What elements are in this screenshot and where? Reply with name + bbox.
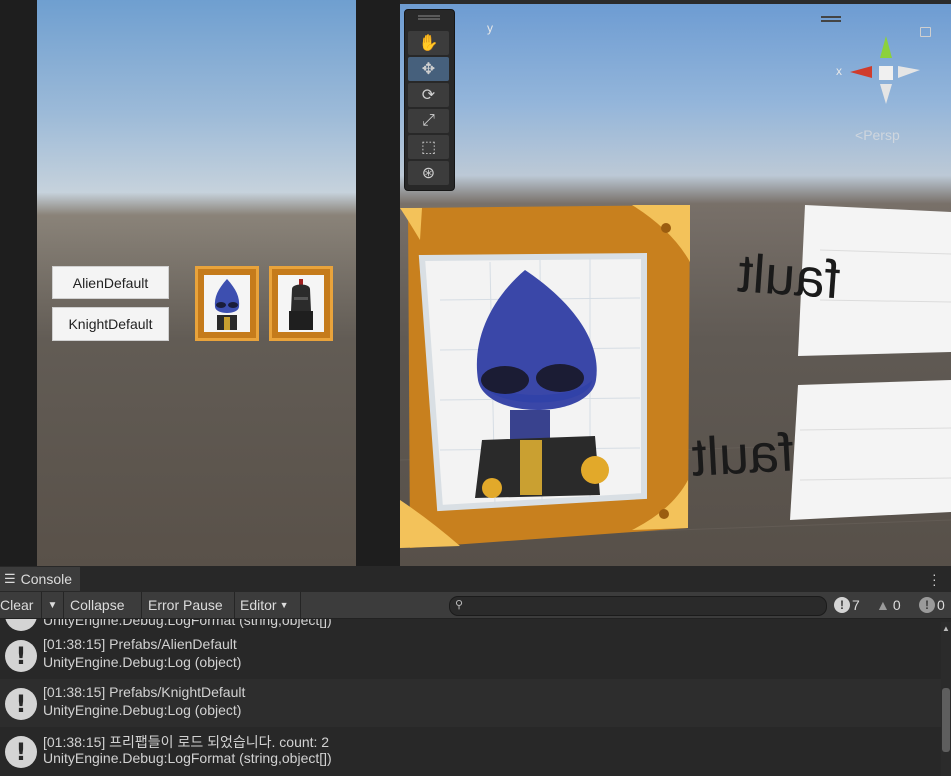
console-icon: ☰ — [4, 571, 16, 586]
warning-count: 0 — [892, 597, 901, 613]
scale-tool-button[interactable]: ⤢ — [408, 109, 449, 133]
alien-portrait-thumb[interactable] — [195, 266, 259, 341]
scene-viewport[interactable] — [400, 0, 951, 566]
collapse-label: Collapse — [70, 597, 125, 613]
move-icon: ✥ — [421, 61, 436, 78]
knight-default-label: KnightDefault — [68, 316, 153, 332]
editor-dropdown[interactable]: Editor ▼ — [235, 592, 301, 618]
log-message: [01:38:15] 프리팹들이 로드 되었습니다. count: 2 — [43, 734, 330, 750]
search-icon: ⚲ — [455, 599, 464, 611]
alien-default-button[interactable]: AlienDefault — [52, 266, 169, 299]
hand-tool-button[interactable]: ✋ — [408, 31, 449, 55]
knight-figure — [289, 279, 313, 330]
persp-label[interactable]: <Persp — [855, 127, 900, 143]
lock-icon[interactable] — [920, 27, 931, 37]
error-count: 0 — [937, 597, 945, 613]
log-stacktrace: UnityEngine.Debug:LogFormat (string,obje… — [43, 750, 332, 766]
log-entry-partial[interactable]: UnityEngine.Debug:LogFormat (string,obje… — [0, 619, 941, 631]
alien-default-label: AlienDefault — [72, 274, 149, 291]
editor-label: Editor — [240, 597, 277, 613]
scroll-up-icon[interactable]: ▲ — [942, 624, 950, 633]
scene-canvas — [400, 36, 951, 548]
palette-drag-handle-icon[interactable] — [418, 15, 440, 17]
persp-text: Persp — [863, 127, 900, 143]
collapse-button[interactable]: Collapse — [64, 592, 142, 618]
gizmo-drag-handle-icon[interactable] — [821, 16, 841, 18]
editor-chevron-down-icon: ▼ — [279, 600, 289, 610]
rotate-icon: ⟳ — [421, 87, 436, 104]
hand-icon: ✋ — [418, 35, 439, 52]
error-pause-button[interactable]: Error Pause — [142, 592, 235, 618]
info-icon: ! — [834, 597, 850, 613]
log-entry[interactable]: ! [01:38:15] 프리팹들이 로드 되었습니다. count: 2 Un… — [0, 727, 941, 775]
knight-portrait-canvas — [278, 275, 324, 332]
mirrored-text-top: fault — [736, 243, 843, 311]
log-info-icon: ! — [5, 736, 37, 768]
clear-button[interactable]: Clear — [0, 592, 42, 618]
scene-header-strip — [400, 0, 951, 4]
portrait-frame-3d — [400, 205, 690, 548]
tool-palette: ✋ ✥ ⟳ ⤢ ⬚ ⊛ — [404, 9, 455, 191]
error-icon: ! — [919, 597, 935, 613]
clear-dropdown-icon[interactable]: ▼ — [42, 592, 64, 618]
error-count-toggle[interactable]: ! 0 — [919, 592, 945, 618]
log-info-icon: ! — [5, 640, 37, 672]
error-pause-label: Error Pause — [148, 597, 223, 613]
info-count: 7 — [852, 597, 860, 613]
warning-count-toggle[interactable]: ▲ 0 — [876, 592, 901, 618]
persp-arrow-icon: < — [855, 127, 864, 143]
transform-tool-button[interactable]: ⊛ — [408, 161, 449, 185]
mirrored-text-bottom: fault — [690, 422, 796, 488]
log-entry[interactable]: ! [01:38:15] Prefabs/AlienDefault UnityE… — [0, 631, 941, 679]
gizmo-x-label: x — [836, 64, 842, 78]
search-input[interactable]: ⚲ — [449, 596, 827, 616]
log-stacktrace: UnityEngine.Debug:Log (object) — [43, 654, 242, 670]
log-message: [01:38:15] Prefabs/AlienDefault — [43, 636, 237, 652]
rect-tool-button[interactable]: ⬚ — [408, 135, 449, 159]
rect-icon: ⬚ — [420, 139, 437, 156]
move-tool-button[interactable]: ✥ — [408, 57, 449, 81]
knight-default-button[interactable]: KnightDefault — [52, 307, 169, 341]
log-line: UnityEngine.Debug:LogFormat (string,obje… — [43, 619, 332, 628]
log-info-icon — [5, 619, 37, 631]
log-stacktrace: UnityEngine.Debug:Log (object) — [43, 702, 242, 718]
alien-figure — [214, 279, 240, 330]
console-scroll-thumb[interactable] — [942, 688, 950, 752]
clear-label: Clear — [0, 597, 34, 613]
rotate-tool-button[interactable]: ⟳ — [408, 83, 449, 107]
console-tab-label: Console — [20, 571, 73, 587]
log-entry[interactable]: ! [01:38:15] Prefabs/KnightDefault Unity… — [0, 679, 941, 727]
log-info-icon: ! — [5, 688, 37, 720]
transform-icon: ⊛ — [421, 165, 436, 182]
console-tab[interactable]: ☰ Console — [0, 567, 80, 591]
warning-icon: ▲ — [876, 597, 890, 613]
view-gizmo[interactable] — [850, 36, 920, 104]
more-options-icon[interactable]: · · · — [932, 567, 937, 591]
alien-portrait-canvas — [204, 275, 250, 332]
scale-icon: ⤢ — [422, 112, 435, 129]
gizmo-y-label: y — [487, 21, 493, 35]
knight-portrait-thumb[interactable] — [269, 266, 333, 341]
info-count-toggle[interactable]: ! 7 — [834, 592, 860, 618]
log-message: [01:38:15] Prefabs/KnightDefault — [43, 684, 246, 700]
